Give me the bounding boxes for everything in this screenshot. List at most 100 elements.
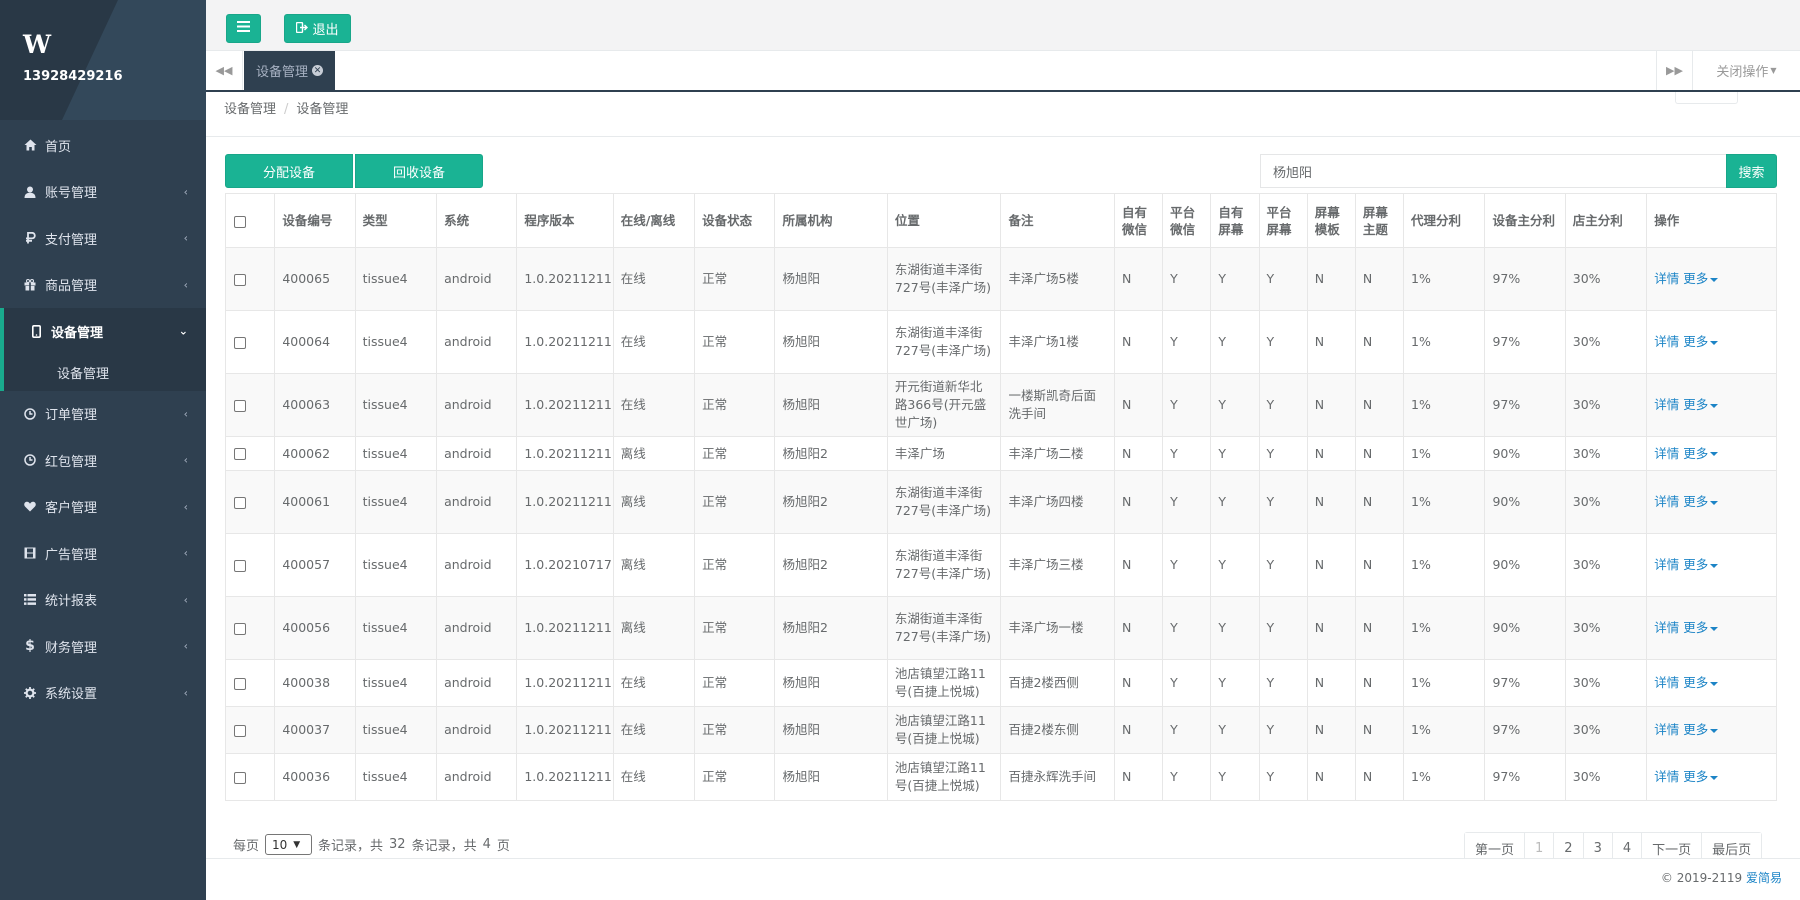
sidebar-item-2[interactable]: 支付管理 ‹ xyxy=(0,215,206,262)
column-header[interactable]: 程序版本 xyxy=(516,193,614,248)
detail-link[interactable]: 详情 xyxy=(1654,334,1679,349)
detail-link[interactable]: 详情 xyxy=(1654,620,1679,635)
column-header[interactable]: 店主分利 xyxy=(1564,193,1648,248)
table-cell: 1% xyxy=(1403,470,1486,534)
sidebar-item-3[interactable]: 商品管理 ‹ xyxy=(0,262,206,309)
column-header[interactable]: 位置 xyxy=(886,193,1002,248)
table-row[interactable]: 400037 tissue4 android 1.0.20211211 在线 正常 杨旭阳池… xyxy=(224,706,1777,754)
table-row[interactable]: 400036 tissue4 android 1.0.20211211 在线 正常 杨旭阳池… xyxy=(224,753,1777,801)
column-header[interactable]: 平台屏幕 xyxy=(1258,193,1308,248)
column-header[interactable]: 设备状态 xyxy=(694,193,776,248)
table-row[interactable]: 400057 tissue4 android 1.0.20210717 离线 正常 杨旭阳2… xyxy=(224,533,1777,597)
row-checkbox[interactable] xyxy=(234,724,246,737)
table-row[interactable]: 400038 tissue4 android 1.0.20211211 在线 正常 杨旭阳池… xyxy=(224,659,1777,707)
breadcrumb-item[interactable]: 设备管理 xyxy=(224,102,276,117)
main-content: 分配设备 回收设备 搜索 设备编号类型系统程序版本在线/离线设备状态所属机构位置… xyxy=(206,137,1800,864)
more-dropdown[interactable]: 更多 xyxy=(1683,675,1719,690)
detail-link[interactable]: 详情 xyxy=(1654,675,1679,690)
detail-link[interactable]: 详情 xyxy=(1654,271,1679,286)
close-icon[interactable]: ✕ xyxy=(312,65,323,76)
brand-link[interactable]: 爱简易 xyxy=(1746,871,1782,885)
table-row[interactable]: 400061 tissue4 android 1.0.20211211 离线 正常 杨旭阳2… xyxy=(224,470,1777,534)
table-row[interactable]: 400056 tissue4 android 1.0.20211211 离线 正常 杨旭阳2… xyxy=(224,596,1777,660)
more-dropdown[interactable]: 更多 xyxy=(1683,620,1719,635)
sidebar-item-5[interactable]: 订单管理 ‹ xyxy=(0,391,206,438)
menu-toggle-button[interactable] xyxy=(226,14,261,43)
home-icon xyxy=(23,138,37,152)
search-button[interactable]: 搜索 xyxy=(1726,154,1777,188)
table-row[interactable]: 400062 tissue4 android 1.0.20211211 离线 正常 杨旭阳2… xyxy=(224,436,1777,471)
more-dropdown[interactable]: 更多 xyxy=(1683,397,1719,412)
sidebar-item-label: 设备管理 xyxy=(51,325,104,341)
column-header[interactable]: 操作 xyxy=(1646,193,1777,248)
table-cell: N xyxy=(1113,753,1164,801)
page-size-select[interactable]: 10 ▼ xyxy=(265,834,313,855)
row-checkbox[interactable] xyxy=(234,336,246,349)
table-cell: N xyxy=(1306,310,1356,374)
row-checkbox[interactable] xyxy=(234,496,246,509)
more-dropdown[interactable]: 更多 xyxy=(1683,769,1719,784)
sidebar-item-1[interactable]: 账号管理 ‹ xyxy=(0,169,206,216)
row-checkbox[interactable] xyxy=(234,399,246,412)
row-actions: 详情 更多 xyxy=(1646,373,1777,437)
tab-scroll-left-button[interactable]: ◀◀ xyxy=(206,51,243,90)
column-header[interactable]: 平台微信 xyxy=(1162,193,1212,248)
column-header[interactable]: 设备主分利 xyxy=(1484,193,1566,248)
search-input[interactable] xyxy=(1260,154,1730,188)
row-checkbox[interactable] xyxy=(234,448,246,460)
column-header[interactable]: 屏幕模板 xyxy=(1306,193,1356,248)
table-cell: 东湖街道丰泽街727号(丰泽广场) xyxy=(886,470,1002,534)
logout-button[interactable]: 退出 xyxy=(284,14,351,43)
column-header[interactable]: 类型 xyxy=(354,193,438,248)
column-header[interactable]: 自有微信 xyxy=(1113,193,1164,248)
column-header[interactable]: 系统 xyxy=(436,193,518,248)
sidebar-item-11[interactable]: 系统设置 ‹ xyxy=(0,670,206,717)
tab-device-management[interactable]: 设备管理 ✕ xyxy=(244,51,335,90)
detail-link[interactable]: 详情 xyxy=(1654,494,1679,509)
table-cell: 400057 xyxy=(274,533,356,597)
row-checkbox[interactable] xyxy=(234,622,246,635)
sidebar-subitem-device-management[interactable]: 设备管理 xyxy=(0,354,206,391)
sidebar-item-10[interactable]: $ 财务管理 ‹ xyxy=(0,623,206,670)
close-operations-dropdown[interactable]: 关闭操作 ▼ xyxy=(1693,51,1800,90)
user-phone[interactable]: 13928429216 xyxy=(23,69,123,84)
column-header[interactable]: 屏幕主题 xyxy=(1354,193,1405,248)
sidebar-item-7[interactable]: 客户管理 ‹ xyxy=(0,484,206,531)
table-cell: 400065 xyxy=(274,247,356,311)
recycle-device-button[interactable]: 回收设备 xyxy=(355,154,483,188)
table-cell: 杨旭阳 xyxy=(774,310,888,374)
more-dropdown[interactable]: 更多 xyxy=(1683,271,1719,286)
more-dropdown[interactable]: 更多 xyxy=(1683,334,1719,349)
column-header[interactable]: 设备编号 xyxy=(274,193,356,248)
sidebar-item-0[interactable]: 首页 xyxy=(0,122,206,169)
more-dropdown[interactable]: 更多 xyxy=(1683,557,1719,572)
row-checkbox[interactable] xyxy=(234,559,246,572)
table-row[interactable]: 400063 tissue4 android 1.0.20211211 在线 正常 杨旭阳开… xyxy=(224,373,1777,437)
select-all-checkbox[interactable] xyxy=(234,215,246,228)
more-dropdown[interactable]: 更多 xyxy=(1683,722,1719,737)
more-dropdown[interactable]: 更多 xyxy=(1683,446,1719,461)
detail-link[interactable]: 详情 xyxy=(1654,722,1679,737)
table-row[interactable]: 400065 tissue4 android 1.0.20211211 在线 正常 杨旭阳东… xyxy=(224,247,1777,311)
row-checkbox[interactable] xyxy=(234,771,246,784)
detail-link[interactable]: 详情 xyxy=(1654,446,1679,461)
table-row[interactable]: 400064 tissue4 android 1.0.20211211 在线 正常 杨旭阳东… xyxy=(224,310,1777,374)
sidebar-item-6[interactable]: 红包管理 ‹ xyxy=(0,437,206,484)
tab-scroll-right-button[interactable]: ▶▶ xyxy=(1656,51,1693,90)
sidebar-item-9[interactable]: 统计报表 ‹ xyxy=(0,577,206,624)
sidebar-item-8[interactable]: 广告管理 ‹ xyxy=(0,530,206,577)
detail-link[interactable]: 详情 xyxy=(1654,557,1679,572)
detail-link[interactable]: 详情 xyxy=(1654,397,1679,412)
detail-link[interactable]: 详情 xyxy=(1654,769,1679,784)
column-header[interactable]: 备注 xyxy=(1000,193,1115,248)
column-header[interactable]: 所属机构 xyxy=(774,193,888,248)
column-header[interactable]: 代理分利 xyxy=(1403,193,1486,248)
row-checkbox[interactable] xyxy=(234,273,246,286)
assign-device-button[interactable]: 分配设备 xyxy=(225,154,353,188)
row-checkbox[interactable] xyxy=(234,677,246,690)
table-cell: 1.0.20211211 xyxy=(516,436,614,471)
sidebar-item-4[interactable]: 设备管理 ⌄ xyxy=(0,308,206,355)
column-header[interactable]: 在线/离线 xyxy=(612,193,696,248)
column-header[interactable]: 自有屏幕 xyxy=(1210,193,1260,248)
more-dropdown[interactable]: 更多 xyxy=(1683,494,1719,509)
